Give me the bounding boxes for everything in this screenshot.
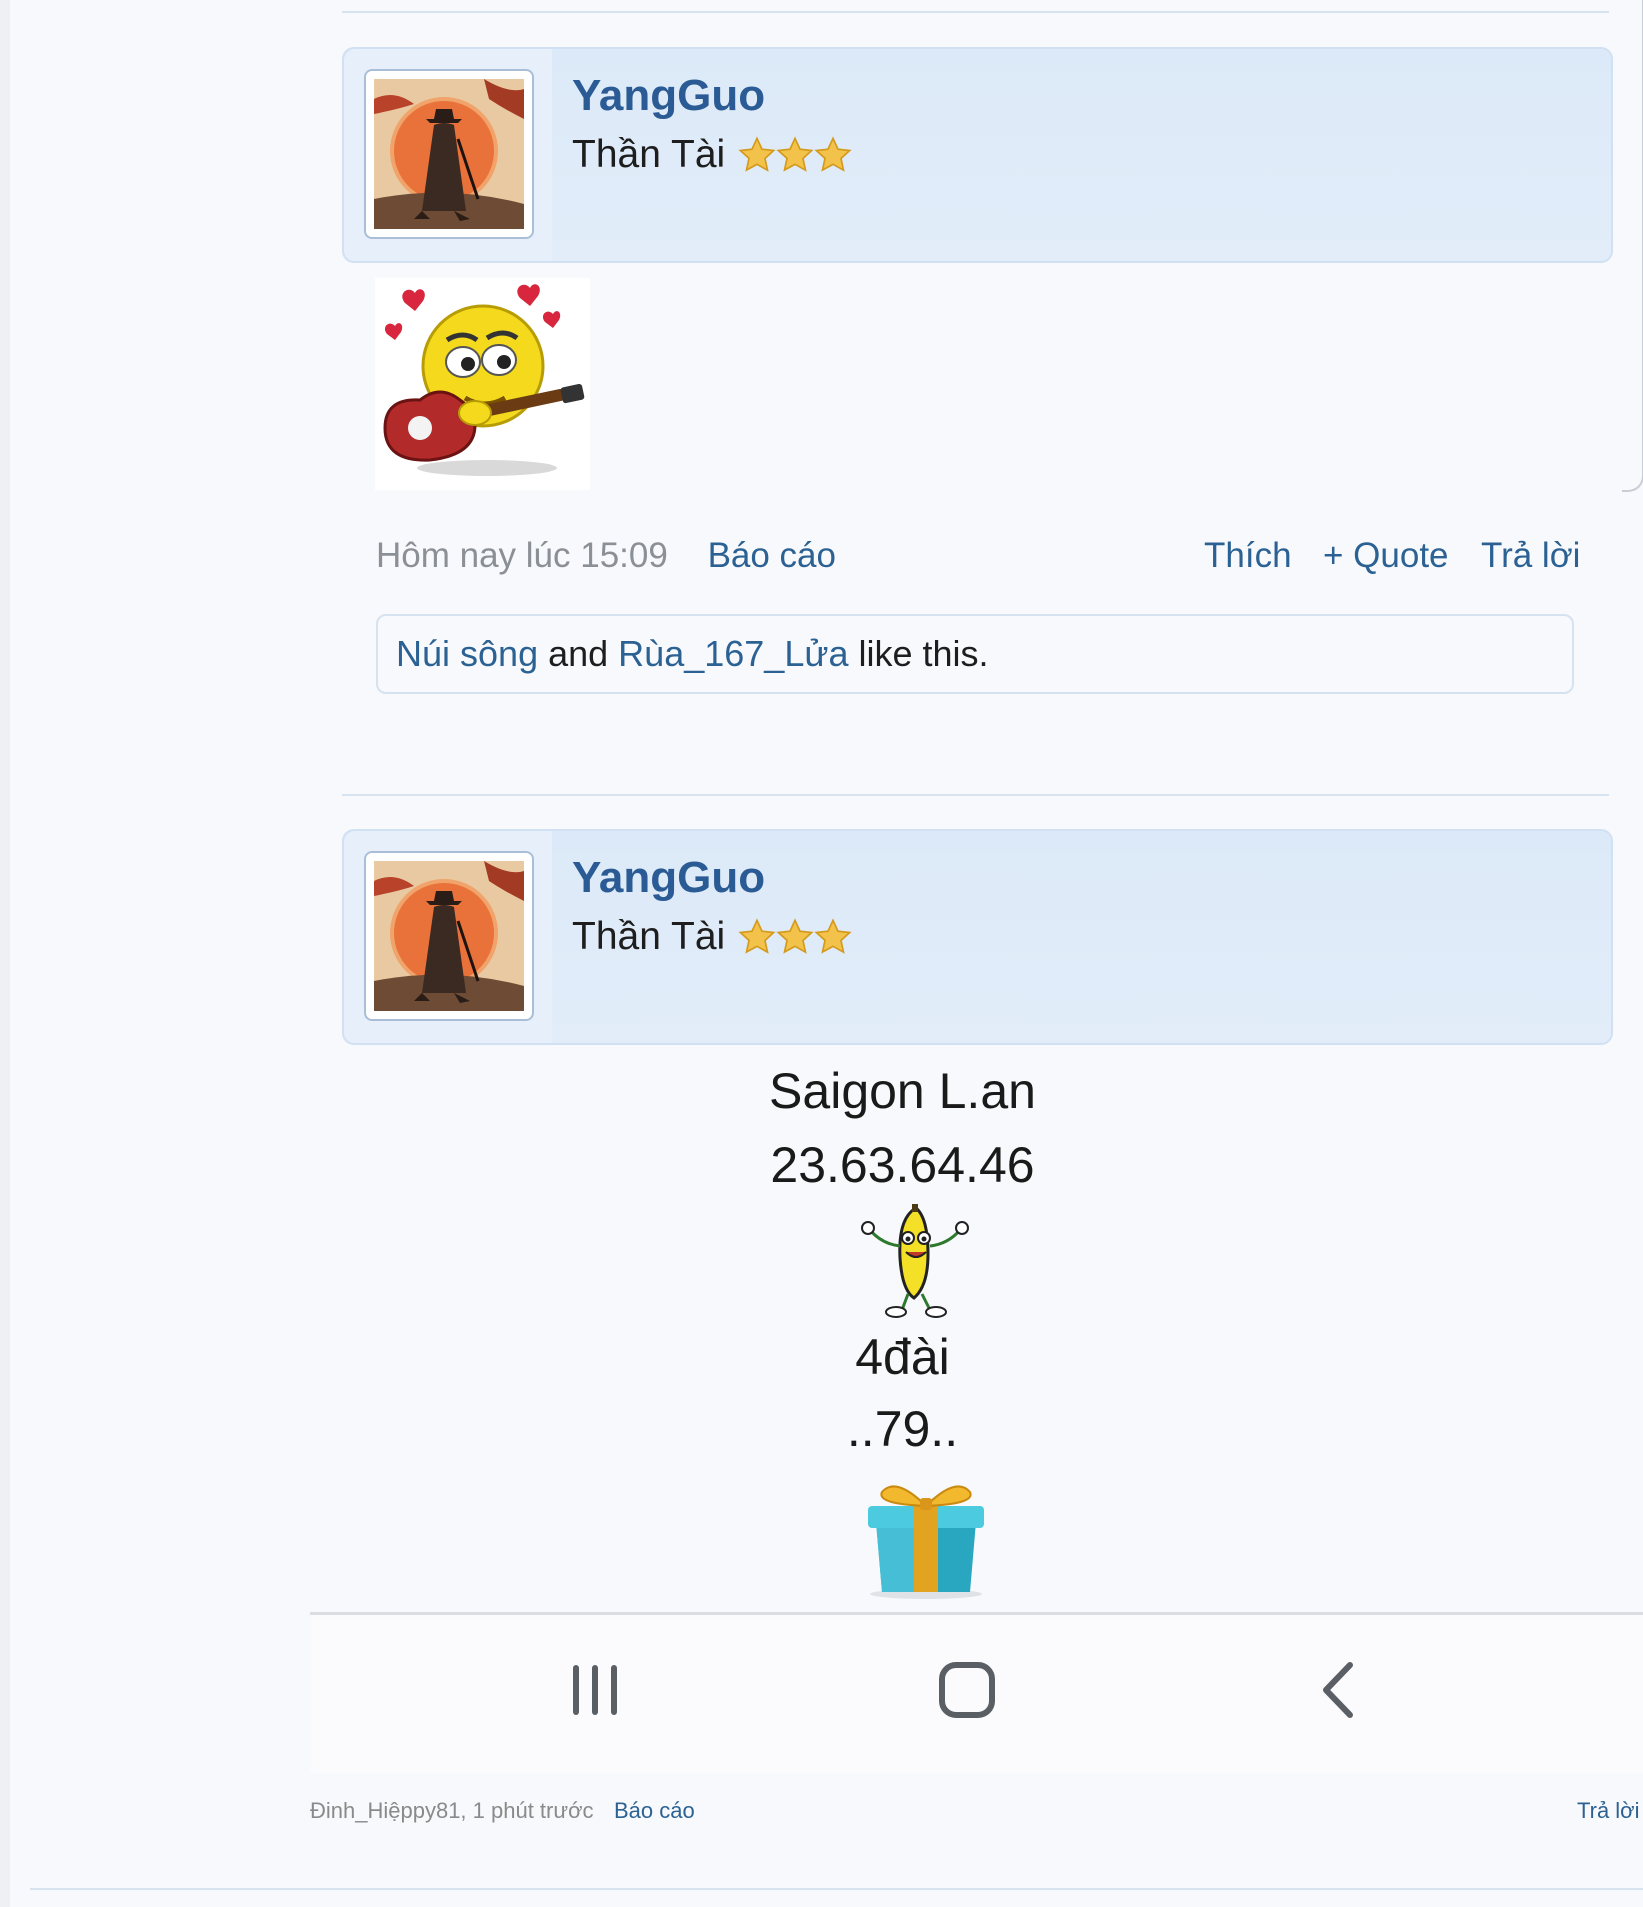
star-icon xyxy=(738,918,776,954)
likes-suffix: like this. xyxy=(858,633,989,674)
post-content-line: 23.63.64.46 xyxy=(770,1137,1035,1193)
post-divider xyxy=(342,11,1609,13)
guitar-smiley-sticker xyxy=(375,278,590,490)
post-date: Hôm nay lúc 15:09 xyxy=(376,536,668,575)
quote-button[interactable]: + Quote xyxy=(1323,536,1449,576)
post-header: YangGuo Thần Tài xyxy=(342,829,1613,1045)
avatar-container xyxy=(344,49,552,261)
user-title: Thần Tài xyxy=(572,915,852,959)
guitar-smiley-icon xyxy=(383,284,585,476)
bottom-divider xyxy=(30,1888,1643,1890)
star-icon xyxy=(814,136,852,172)
post-content-line: Saigon L.an xyxy=(769,1063,1036,1119)
like-button[interactable]: Thích xyxy=(1204,536,1292,576)
scroll-indicator[interactable] xyxy=(1622,0,1643,492)
likes-connector: and xyxy=(548,633,609,674)
star-icon xyxy=(814,918,852,954)
post-meta: Hôm nay lúc 15:09 Báo cáo xyxy=(376,536,836,576)
liker-link[interactable]: Núi sông xyxy=(396,633,538,675)
home-icon xyxy=(939,1662,995,1718)
dancing-banana-sticker xyxy=(858,1202,972,1320)
system-navigation-bar xyxy=(310,1612,1643,1773)
left-margin xyxy=(0,0,10,1907)
banana-icon xyxy=(861,1204,969,1318)
footer-reply-link[interactable]: Trả lời xyxy=(1577,1798,1640,1824)
gift-icon xyxy=(868,1485,984,1599)
footer-report-link[interactable]: Báo cáo xyxy=(614,1798,695,1824)
samurai-avatar-icon xyxy=(374,79,524,229)
recents-button[interactable] xyxy=(560,1655,630,1725)
post-divider xyxy=(342,794,1609,796)
rank-stars xyxy=(737,917,852,957)
footer-post-meta: Đinh_Hiệppy81, 1 phút trước xyxy=(310,1798,594,1823)
star-icon xyxy=(776,918,814,954)
username[interactable]: YangGuo xyxy=(572,853,765,903)
user-title-text: Thần Tài xyxy=(572,133,726,176)
star-icon xyxy=(776,136,814,172)
user-title: Thần Tài xyxy=(572,133,852,177)
star-icon xyxy=(738,136,776,172)
gift-box-sticker xyxy=(860,1470,992,1600)
likes-summary: Núi sông and Rùa_167_Lửa like this. xyxy=(376,614,1574,694)
username[interactable]: YangGuo xyxy=(572,71,765,121)
rank-stars xyxy=(737,135,852,175)
avatar[interactable] xyxy=(364,851,534,1021)
reply-button[interactable]: Trả lời xyxy=(1481,536,1580,576)
user-title-text: Thần Tài xyxy=(572,915,726,958)
liker-link[interactable]: Rùa_167_Lửa xyxy=(618,633,848,675)
back-button[interactable] xyxy=(1304,1655,1374,1725)
home-button[interactable] xyxy=(932,1655,1002,1725)
avatar[interactable] xyxy=(364,69,534,239)
post-content-line: ..79.. xyxy=(846,1401,959,1457)
post-content-line: 4đài xyxy=(855,1329,950,1385)
post-header: YangGuo Thần Tài xyxy=(342,47,1613,263)
report-link[interactable]: Báo cáo xyxy=(708,536,836,575)
samurai-avatar-icon xyxy=(374,861,524,1011)
avatar-container xyxy=(344,831,552,1043)
back-icon xyxy=(1323,1662,1353,1718)
recents-icon xyxy=(573,1665,617,1715)
